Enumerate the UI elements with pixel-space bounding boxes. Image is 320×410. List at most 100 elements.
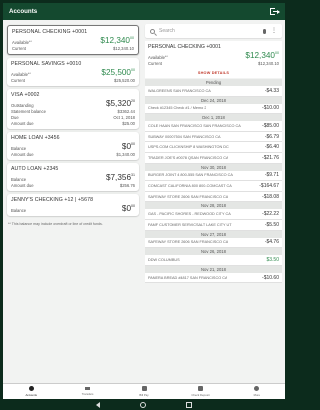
account-primary-label: Outstanding bbox=[11, 103, 34, 108]
transaction-description: COLE HAAN SAN FRANCISCO SAN FRANCISCO CA bbox=[148, 123, 241, 128]
main-content: PERSONAL CHECKING +0001 Available** $12,34… bbox=[3, 20, 285, 383]
account-card[interactable]: JENNY'S CHECKING +12 | +5678 Balance $000 bbox=[7, 194, 139, 216]
transaction-row[interactable]: SAFEWAY STORE 2606 SAN FRANCISCO CA -$18.… bbox=[145, 191, 282, 203]
bottom-navigation: Accounts Transfers Bill Pay Check Deposit Mo… bbox=[3, 383, 285, 399]
recents-icon[interactable] bbox=[186, 401, 192, 408]
transaction-amount: -$22.22 bbox=[262, 211, 279, 218]
account-primary-label: Balance bbox=[11, 177, 27, 182]
account-primary-label: Balance bbox=[11, 208, 27, 213]
detail-account-name: PERSONAL CHECKING +0001 bbox=[148, 44, 221, 50]
account-card[interactable]: PERSONAL SAVINGS +0010 Available** $25,500… bbox=[7, 58, 139, 86]
transaction-row[interactable]: GAS - PACIFIC SHORES - REDWOOD CITY CA -$… bbox=[145, 209, 282, 220]
search-input[interactable]: Search bbox=[159, 28, 263, 34]
account-detail-line: Due Oct 1, 2018 bbox=[11, 115, 135, 120]
back-icon[interactable] bbox=[96, 401, 100, 408]
nav-item[interactable]: Check Deposit bbox=[172, 384, 228, 399]
top-app-bar: Accounts bbox=[3, 3, 285, 20]
account-secondary-row: Current $25,520.00 bbox=[11, 78, 135, 83]
account-line-label: Statement balance bbox=[11, 109, 46, 114]
transaction-row[interactable]: USPS.COM CLICKNSHIP 8 WASHINGTON DC -$6.4… bbox=[145, 142, 282, 153]
transaction-description: SAFEWAY STORE 2606 SAN FRANCISCO CA bbox=[148, 240, 229, 245]
app-screen: Accounts PERSONAL CHECKING +0001 Availabl… bbox=[3, 3, 285, 399]
nav-item[interactable]: More bbox=[229, 384, 285, 399]
account-primary-value: $7,35631 bbox=[105, 173, 135, 182]
account-primary-value: $000 bbox=[121, 204, 135, 213]
transaction-row[interactable]: COMCAST CALIFORNIA 800 800-COMCAST CA -$1… bbox=[145, 181, 282, 192]
transaction-row[interactable]: DDW COLUMBUS $3.50 bbox=[145, 255, 282, 266]
account-primary-value: $12,34000 bbox=[100, 36, 134, 45]
transaction-date-header: Nov 27, 2018 bbox=[145, 230, 282, 238]
transaction-description: WALGREENS SAN FRANCISCO CA bbox=[148, 88, 211, 93]
more-icon[interactable]: ⋮ bbox=[271, 28, 277, 34]
nav-item[interactable]: Bill Pay bbox=[116, 384, 172, 399]
account-primary-label: Balance bbox=[11, 146, 27, 151]
transaction-row[interactable]: SAFEWAY STORE 2606 SAN FRANCISCO CA -$4.7… bbox=[145, 237, 282, 249]
transaction-description: GAS - PACIFIC SHORES - REDWOOD CITY CA bbox=[148, 212, 231, 217]
account-primary-value: $25,50000 bbox=[101, 68, 135, 77]
detail-available-value: $12,34000 bbox=[245, 51, 279, 60]
accounts-icon bbox=[28, 386, 34, 392]
account-primary-label: Available** bbox=[11, 72, 31, 77]
nav-item[interactable]: Accounts bbox=[3, 384, 59, 399]
nav-item-label: Transfers bbox=[81, 391, 94, 396]
transaction-row[interactable]: TRADER JOE'S #0078 QSAN FRANCISCO CA -$21… bbox=[145, 152, 282, 164]
account-line-label: Amount due bbox=[11, 183, 34, 188]
account-card[interactable]: PERSONAL CHECKING +0001 Available** $12,34… bbox=[7, 25, 139, 55]
transaction-row[interactable]: WALGREENS SAN FRANCISCO CA -$4.33 bbox=[145, 86, 282, 97]
logout-icon[interactable] bbox=[270, 7, 280, 16]
transaction-row[interactable]: FAMF CUSTOMER SERVICSALT LAKE CITY UT -$5… bbox=[145, 219, 282, 231]
account-card[interactable]: VISA +0002 Outstanding $5,32020 Statement b… bbox=[7, 89, 139, 129]
transaction-date-header: Nov 21, 2018 bbox=[145, 265, 282, 273]
detail-available-row: Available** $12,34000 bbox=[148, 51, 279, 60]
account-card[interactable]: AUTO LOAN +2345 Balance $7,35631 Amount due… bbox=[7, 163, 139, 191]
nav-item[interactable]: Transfers bbox=[59, 384, 115, 399]
search-icon bbox=[150, 28, 155, 34]
account-line-label: Amount due bbox=[11, 121, 34, 126]
transaction-amount: $3.50 bbox=[266, 256, 279, 263]
mic-icon[interactable] bbox=[263, 28, 266, 34]
transaction-row[interactable]: PANERA BREAD #4817 SAN FRANCISCO CA -$10.… bbox=[145, 272, 282, 284]
transaction-date-header: Dec 1, 2018 bbox=[145, 114, 282, 122]
account-detail-header: PERSONAL CHECKING +0001 Available** $12,… bbox=[145, 41, 282, 78]
transaction-description: SAFEWAY STORE 2606 SAN FRANCISCO CA bbox=[148, 194, 229, 199]
transaction-amount: -$6.40 bbox=[264, 144, 279, 151]
nav-item-label: Check Deposit bbox=[191, 392, 210, 397]
transaction-amount: -$10.00 bbox=[262, 105, 279, 112]
detail-available-label: Available** bbox=[148, 55, 168, 60]
transaction-date-header: Nov 26, 2018 bbox=[145, 248, 282, 256]
detail-current-row: Current $12,340.10 bbox=[148, 61, 279, 66]
page-title: Accounts bbox=[9, 8, 38, 15]
search-bar[interactable]: Search ⋮ bbox=[145, 24, 282, 38]
home-icon[interactable] bbox=[140, 401, 146, 408]
account-line-label: Amount due bbox=[11, 152, 34, 157]
account-line-value: $1,340.00 bbox=[116, 152, 135, 157]
account-line-value: $25.00 bbox=[122, 121, 135, 126]
billpay-icon bbox=[141, 386, 147, 392]
show-details-button[interactable]: SHOW DETAILS bbox=[148, 71, 279, 75]
transaction-row[interactable]: BURGER JOINT 4 800-555 SAN FRANCISCO CA -… bbox=[145, 170, 282, 182]
transaction-date-header: Pending bbox=[145, 79, 282, 86]
transaction-list: Pending WALGREENS SAN FRANCISCO CA -$4.33 D… bbox=[145, 79, 282, 284]
account-primary-row: Balance $000 bbox=[11, 142, 135, 151]
account-primary-value: $5,32020 bbox=[105, 99, 135, 108]
account-card[interactable]: HOME LOAN +3456 Balance $000 Amount due $1,3… bbox=[7, 132, 139, 160]
account-primary-row: Available** $25,50000 bbox=[11, 68, 135, 77]
account-secondary-label: Current bbox=[12, 46, 26, 51]
account-name: JENNY'S CHECKING +12 | +5678 bbox=[11, 197, 94, 203]
account-name: PERSONAL SAVINGS +0010 bbox=[11, 61, 82, 67]
account-detail-line: Amount due $256.76 bbox=[11, 183, 135, 188]
nav-item-label: Bill Pay bbox=[139, 392, 149, 397]
transaction-row[interactable]: Check #12345 Check #1 / Memo 2 -$10.00 bbox=[145, 103, 282, 115]
transaction-amount: -$85.00 bbox=[262, 122, 279, 129]
transaction-amount: -$164.67 bbox=[259, 182, 279, 189]
detail-current-label: Current bbox=[148, 61, 162, 66]
transaction-description: COMCAST CALIFORNIA 800 800-COMCAST CA bbox=[148, 183, 232, 188]
transaction-row[interactable]: COLE HAAN SAN FRANCISCO SAN FRANCISCO CA… bbox=[145, 121, 282, 132]
accounts-list: PERSONAL CHECKING +0001 Available** $12,34… bbox=[3, 20, 142, 383]
detail-current-value: $12,340.10 bbox=[258, 61, 279, 66]
balance-footnote: ** This balance may include overdraft or… bbox=[8, 222, 103, 226]
transaction-date-header: Nov 28, 2018 bbox=[145, 202, 282, 210]
account-line-value: Oct 1, 2018 bbox=[113, 115, 135, 120]
transaction-description: PANERA BREAD #4817 SAN FRANCISCO CA bbox=[148, 275, 228, 280]
transaction-row[interactable]: SUBWAY 00007504 SAN FRANCISCO CA -$6.79 bbox=[145, 131, 282, 143]
